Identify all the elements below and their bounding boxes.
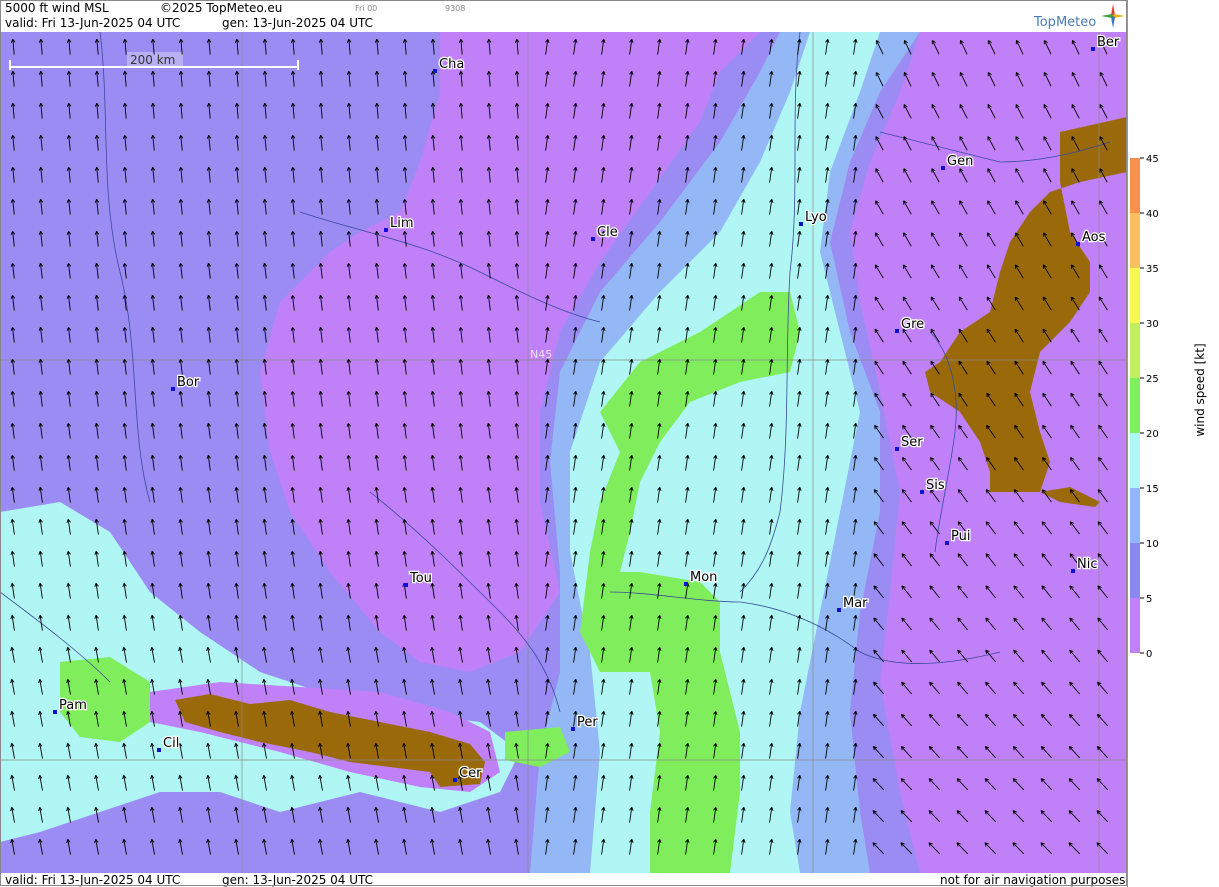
city-dot xyxy=(433,69,437,73)
legend-color-bar xyxy=(1130,158,1140,653)
legend-swatch xyxy=(1130,488,1140,543)
city-dot xyxy=(157,748,161,752)
header-bar: 5000 ft wind MSL ©2025 TopMeteo.eu Fri 0… xyxy=(0,0,1127,32)
code-label: 9308 xyxy=(445,4,466,13)
legend-tick-label: 5 xyxy=(1146,594,1152,605)
city-label: Ser xyxy=(901,435,923,450)
city-label: Ber xyxy=(1097,35,1120,50)
legend-tick-label: 40 xyxy=(1146,209,1159,220)
city-dot xyxy=(837,608,841,612)
city-label: Sis xyxy=(926,478,945,493)
legend-tick-label: 45 xyxy=(1146,154,1159,165)
legend-swatch xyxy=(1130,378,1140,433)
legend-tick-label: 35 xyxy=(1146,264,1159,275)
legend-swatch xyxy=(1130,158,1140,213)
legend-ticks: 0 5 10 15 20 25 30 35 40 45 xyxy=(1140,154,1159,660)
city-dot xyxy=(1091,47,1095,51)
city-label: Per xyxy=(577,715,598,730)
legend-swatch xyxy=(1130,433,1140,488)
legend-tick-label: 25 xyxy=(1146,374,1159,385)
city-dot xyxy=(404,583,408,587)
city-dot xyxy=(895,329,899,333)
city-dot xyxy=(1071,569,1075,573)
city-label: Cil xyxy=(163,736,179,751)
legend-tick-label: 15 xyxy=(1146,484,1159,495)
city-dot xyxy=(171,387,175,391)
footer-bar: valid: Fri 13-Jun-2025 04 UTC gen: 13-Ju… xyxy=(0,873,1127,887)
product-title: 5000 ft wind MSL xyxy=(5,1,109,15)
city-label: Cle xyxy=(597,225,618,240)
city-dot xyxy=(384,228,388,232)
parallel-label: N45 xyxy=(530,348,552,361)
brand-logo: TopMeteo xyxy=(1034,15,1097,30)
valid-time: valid: Fri 13-Jun-2025 04 UTC xyxy=(5,16,181,30)
city-label: Gre xyxy=(901,317,924,332)
city-dot xyxy=(591,237,595,241)
wind-speed-legend: 0 5 10 15 20 25 30 35 40 45 wind speed [kt] xyxy=(1130,154,1207,660)
scale-bar-label: 200 km xyxy=(130,53,175,67)
city-label: Lyo xyxy=(805,210,827,225)
legend-swatch xyxy=(1130,323,1140,378)
legend-tick-label: 10 xyxy=(1146,539,1159,550)
city-dot xyxy=(895,447,899,451)
city-label: Gen xyxy=(947,154,973,169)
city-dot xyxy=(571,727,575,731)
city-dot xyxy=(1076,242,1080,246)
city-label: Nic xyxy=(1077,557,1097,572)
city-dot xyxy=(684,582,688,586)
legend-swatch xyxy=(1130,268,1140,323)
city-label: Pam xyxy=(59,698,87,713)
legend-tick-label: 30 xyxy=(1146,319,1159,330)
city-dot xyxy=(453,778,457,782)
legend-swatch xyxy=(1130,543,1140,598)
run-label: Fri 00 xyxy=(355,4,378,13)
city-label: Pui xyxy=(951,529,970,544)
city-dot xyxy=(945,541,949,545)
footer-gen-time: gen: 13-Jun-2025 04 UTC xyxy=(222,873,374,887)
legend-tick-label: 0 xyxy=(1146,649,1152,660)
city-label: Mon xyxy=(690,570,717,585)
city-label: Lim xyxy=(390,216,414,231)
legend-swatch xyxy=(1130,213,1140,268)
city-label: Bor xyxy=(177,375,200,390)
legend-swatch xyxy=(1130,598,1140,653)
city-label: Mar xyxy=(843,596,868,611)
legend-tick-label: 20 xyxy=(1146,429,1159,440)
city-dot xyxy=(941,166,945,170)
city-label: Aos xyxy=(1082,230,1106,245)
wind-map[interactable]: N45 200 km Cha Ber Gen Lim Cle Lyo Aos Gre Bor Se… xyxy=(0,32,1127,873)
city-label: Cha xyxy=(439,57,464,72)
city-label: Tou xyxy=(409,571,432,586)
city-label: Cer xyxy=(459,766,482,781)
footer-valid-time: valid: Fri 13-Jun-2025 04 UTC xyxy=(5,873,181,887)
gen-time: gen: 13-Jun-2025 04 UTC xyxy=(222,16,374,30)
compass-logo-icon xyxy=(1101,4,1125,28)
copyright: ©2025 TopMeteo.eu xyxy=(160,1,283,15)
city-dot xyxy=(799,222,803,226)
footer-disclaimer: not for air navigation purposes xyxy=(940,873,1126,887)
city-dot xyxy=(53,710,57,714)
city-dot xyxy=(920,490,924,494)
legend-title: wind speed [kt] xyxy=(1193,343,1207,436)
city-pam: Pam xyxy=(53,697,88,714)
